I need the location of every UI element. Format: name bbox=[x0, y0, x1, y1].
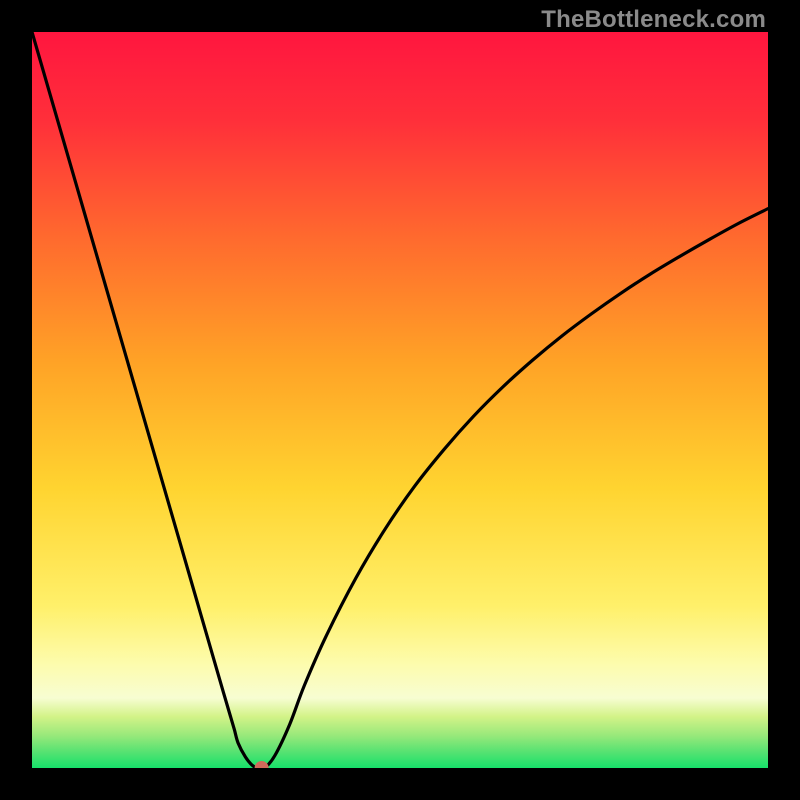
bottleneck-chart bbox=[32, 32, 768, 768]
gradient-background bbox=[32, 32, 768, 768]
chart-frame bbox=[32, 32, 768, 768]
watermark-text: TheBottleneck.com bbox=[541, 6, 766, 34]
